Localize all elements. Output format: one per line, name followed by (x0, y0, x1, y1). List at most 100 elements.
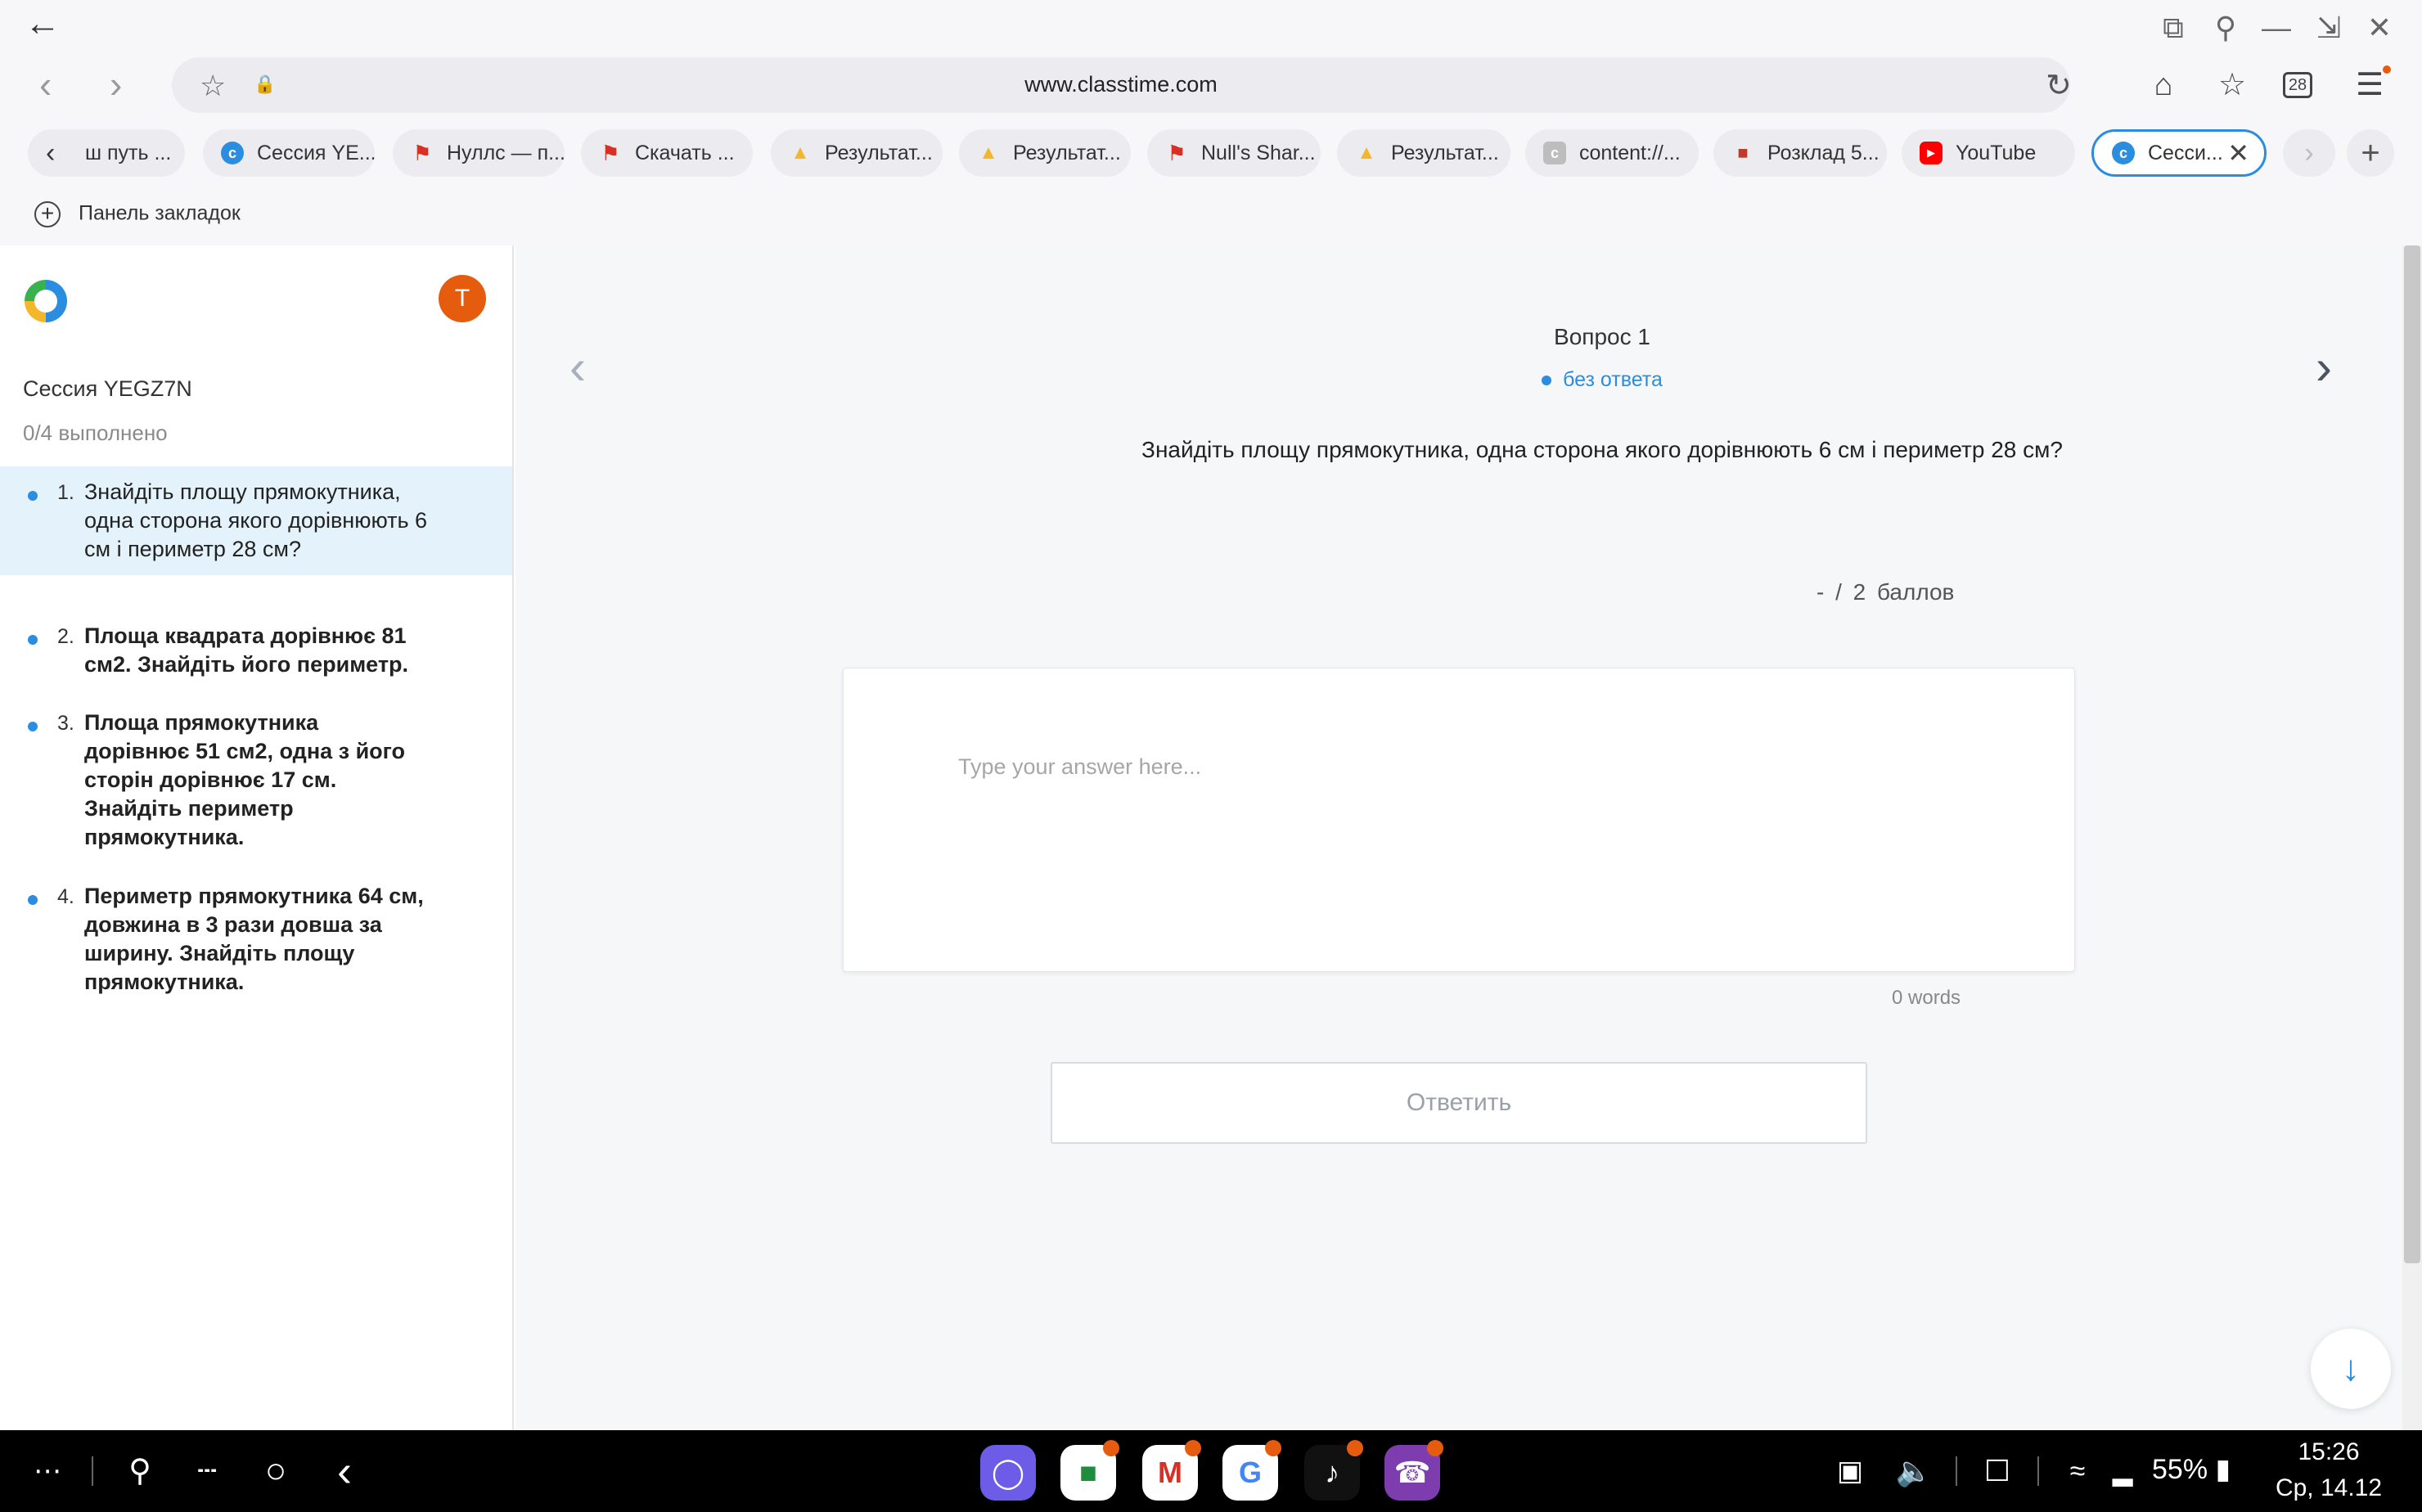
tab-1[interactable]: c Сессия YE... (203, 129, 375, 177)
new-tab-icon[interactable]: + (2347, 129, 2394, 177)
google-app-icon[interactable]: G (1222, 1440, 1281, 1501)
screenshot-icon[interactable]: ▣ (1830, 1448, 1871, 1494)
search-icon[interactable]: ⚲ (119, 1448, 160, 1494)
bell-icon: ▲ (1357, 142, 1376, 164)
add-bookmark-icon[interactable]: + (34, 201, 61, 227)
tab-label: Нуллс — п... (447, 142, 565, 164)
signal-icon[interactable]: ▂ (2106, 1448, 2139, 1494)
divider (92, 1456, 93, 1486)
bell-icon: ▲ (979, 142, 998, 164)
pin-icon[interactable]: ⚲ (2209, 11, 2242, 44)
minimize-icon[interactable]: — (2260, 11, 2293, 44)
tab-label: Сесси... (2148, 142, 2223, 164)
url-text[interactable]: www.classtime.com (172, 72, 2070, 97)
tab-6[interactable]: ⚑ Null's Shar... (1147, 129, 1321, 177)
status-dot-icon (28, 491, 38, 501)
tab-9[interactable]: ■ Розклад 5... (1713, 129, 1887, 177)
tab-label: YouTube (1956, 142, 2037, 164)
menu-icon[interactable]: ☰ (2352, 65, 2391, 103)
tab-scroll-right-icon[interactable]: › (2283, 129, 2335, 177)
question-number: 2. (57, 625, 74, 648)
tab-10[interactable]: ▶ YouTube (1902, 129, 2075, 177)
question-list-item-3[interactable]: 3. Площа прямокутника дорівнює 51 см2, о… (0, 697, 512, 863)
tab-3[interactable]: ⚑ Скачать ... (581, 129, 753, 177)
reload-icon[interactable]: ↻ (2046, 67, 2072, 104)
tab-2[interactable]: ⚑ Нуллс — п... (393, 129, 565, 177)
question-title: Вопрос 1 (1554, 324, 1650, 349)
tab-count-icon[interactable]: 28 (2283, 72, 2312, 98)
wifi-icon[interactable]: ≈ (2057, 1448, 2098, 1494)
question-list-item-4[interactable]: 4. Периметр прямокутника 64 см, довжина … (0, 871, 512, 1008)
session-title: Сессия YEGZ7N (23, 376, 192, 401)
question-text: Знайдіть площу прямокутника, одна сторон… (84, 479, 428, 561)
notification-icon[interactable]: ☐ (1977, 1448, 2018, 1494)
home-icon[interactable]: ⌂ (2145, 67, 2181, 103)
home-button-icon[interactable]: ○ (255, 1448, 296, 1494)
tab-label: Розклад 5... (1767, 142, 1880, 164)
tab-5[interactable]: ▲ Результат... (959, 129, 1131, 177)
word-count: 0 words (1892, 987, 1961, 1009)
avatar[interactable]: T (439, 275, 486, 322)
question-panel: ‹ › Вопрос 1 без ответа Знайдіть площу п… (515, 245, 2402, 1430)
question-text: Площа прямокутника дорівнює 51 см2, одна… (84, 710, 406, 849)
clock-date[interactable]: Ср, 14.12 (2263, 1474, 2394, 1502)
answer-input[interactable] (958, 747, 2022, 786)
back-arrow-icon[interactable]: ← (25, 3, 61, 44)
volume-icon[interactable]: 🔈 (1893, 1448, 1934, 1494)
tab-label: Результат... (825, 142, 933, 164)
question-number: 4. (57, 885, 74, 908)
clock-time[interactable]: 15:26 (2263, 1438, 2394, 1466)
badge (1265, 1440, 1281, 1456)
bookmark-icon: ⚑ (412, 141, 432, 165)
status-dot-icon (1542, 376, 1552, 386)
question-list-item-2[interactable]: 2. Площа квадрата дорівнює 81 см2. Знайд… (0, 610, 512, 691)
classroom-app-icon[interactable]: ■ (1060, 1440, 1119, 1501)
close-window-icon[interactable]: ✕ (2363, 11, 2396, 44)
submit-answer-button[interactable]: Ответить (1051, 1062, 1867, 1144)
tab-label: Результат... (1013, 142, 1121, 164)
tab-label: Null's Shar... (1201, 142, 1316, 164)
multi-window-icon[interactable]: ⧉ (2157, 11, 2190, 44)
tab-label: Результат... (1391, 142, 1499, 164)
battery-icon: ▮ (2215, 1454, 2231, 1485)
tab-strip: ‹ ш путь ... c Сессия YE... ⚑ Нуллс — п.… (25, 129, 2397, 177)
page-content: T Сессия YEGZ7N 0/4 выполнено 1. Знайдіт… (0, 245, 2402, 1430)
question-list-item-1[interactable]: 1. Знайдіть площу прямокутника, одна сто… (0, 466, 512, 575)
browser-chrome: ← ⧉ ⚲ — ⇲ ✕ ‹ › ☆ 🔒 www.classtime.com ↻ … (0, 0, 2422, 245)
question-number: 3. (57, 712, 74, 735)
bookmark-icon: ⚑ (1167, 141, 1186, 165)
restore-icon[interactable]: ⇲ (2312, 11, 2345, 44)
content-icon: c (1543, 142, 1566, 164)
scroll-down-icon[interactable]: ↓ (2311, 1329, 2391, 1409)
question-number: 1. (57, 481, 74, 504)
bookmarks-bar[interactable]: + Панель закладок (34, 201, 241, 227)
badge (1103, 1440, 1119, 1456)
tab-11-active[interactable]: c Сесси... ✕ (2091, 129, 2267, 177)
viber-app-icon[interactable]: ☎ (1384, 1440, 1443, 1501)
address-bar[interactable]: ☆ 🔒 www.classtime.com ↻ (172, 57, 2072, 113)
back-button-icon[interactable]: ‹ (324, 1448, 365, 1494)
battery-level[interactable]: 55% ▮ (2152, 1453, 2231, 1486)
sidebar: T Сессия YEGZ7N 0/4 выполнено 1. Знайдіт… (0, 245, 514, 1430)
browser-back-icon[interactable]: ‹ (39, 64, 52, 105)
bookmarks-label: Панель закладок (79, 201, 241, 225)
classtime-logo-icon[interactable] (25, 280, 67, 322)
recent-apps-icon[interactable]: ┄ (187, 1448, 227, 1494)
apps-grid-icon[interactable]: ⋯ (26, 1448, 67, 1494)
badge (1427, 1440, 1443, 1456)
browser-forward-icon[interactable]: › (110, 64, 122, 105)
tab-0[interactable]: ‹ ш путь ... (28, 129, 185, 177)
gmail-app-icon[interactable]: M (1142, 1440, 1201, 1501)
tab-7[interactable]: ▲ Результат... (1337, 129, 1510, 177)
tab-8[interactable]: c content://... (1525, 129, 1699, 177)
tab-4[interactable]: ▲ Результат... (771, 129, 943, 177)
close-tab-icon[interactable]: ✕ (2227, 132, 2249, 174)
tab-label: ш путь ... (85, 142, 172, 164)
tab-label: Сессия YE... (257, 142, 375, 164)
internet-app-icon[interactable]: ◯ (980, 1445, 1036, 1501)
scrollbar-thumb[interactable] (2404, 245, 2420, 1263)
tiktok-app-icon[interactable]: ♪ (1304, 1440, 1363, 1501)
bookmarks-star-icon[interactable]: ☆ (2214, 67, 2250, 103)
answer-box[interactable] (843, 668, 2075, 972)
book-icon: ■ (1737, 142, 1749, 163)
